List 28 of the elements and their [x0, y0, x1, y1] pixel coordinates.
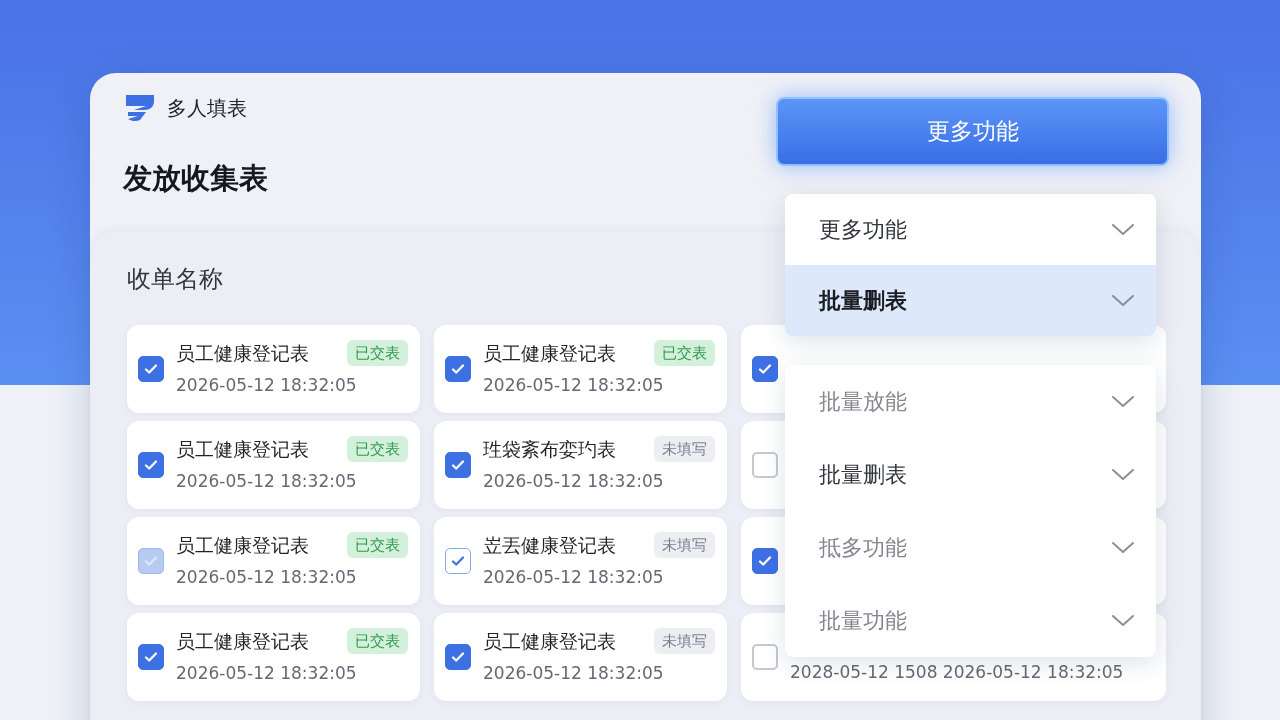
- form-date: 2026-05-12 18:32:05: [176, 374, 358, 397]
- form-date: 2026-05-12 18:32:05: [176, 566, 358, 589]
- form-title: 员工健康登记表: [176, 628, 309, 654]
- form-title: 员工健康登记表: [176, 436, 309, 462]
- status-tag: 已交表: [347, 531, 408, 558]
- form-date: 2026-05-12 18:32:05: [483, 566, 665, 589]
- page-title: 发放收集表: [123, 160, 268, 197]
- form-date: 2026-05-12 18:32:05: [176, 470, 358, 493]
- status-tag: 未填写: [654, 627, 715, 654]
- form-title: 珄袋紊布娈玓表: [483, 436, 616, 462]
- status-tag: 已交表: [347, 339, 408, 366]
- status-tag: 已交表: [654, 339, 715, 366]
- section-heading: 收单名称: [127, 263, 224, 295]
- form-title: 岦丟健康登记表: [483, 532, 616, 558]
- app-name: 多人填表: [167, 95, 247, 122]
- form-date: 2026-05-12 18:32:05: [483, 470, 665, 493]
- status-tag: 已交表: [347, 435, 408, 462]
- form-title: 员工健康登记表: [176, 532, 309, 558]
- form-title: 员工健康登记表: [176, 340, 309, 366]
- status-tag: 未填写: [654, 435, 715, 462]
- form-date: 2026-05-12 18:32:05: [483, 662, 665, 685]
- form-date: 2026-05-12 18:32:05: [176, 662, 358, 685]
- form-title: 员工健康登记表: [483, 628, 616, 654]
- form-title: 员工健康登记表: [483, 340, 616, 366]
- status-tag: 已交表: [347, 627, 408, 654]
- form-date: 2028-05-12 1508 2026-05-12 18:32:05: [790, 660, 1125, 684]
- status-tag: 未填写: [654, 531, 715, 558]
- form-date: 2026-05-12 18:32:05: [483, 374, 665, 397]
